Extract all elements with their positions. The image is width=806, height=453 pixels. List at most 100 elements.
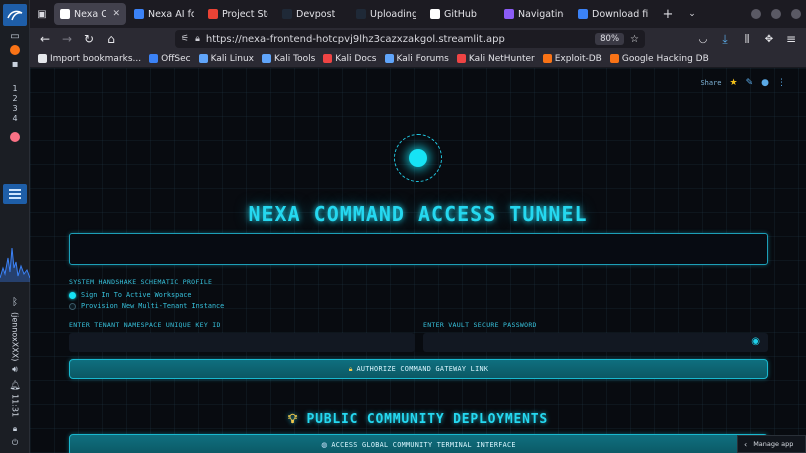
close-tab-icon[interactable]: ✕	[112, 9, 120, 19]
workspace-4[interactable]: 4	[12, 114, 17, 123]
terminal-icon[interactable]: ▪	[3, 58, 27, 70]
toolbar-right: ◡ ⤓ ⫼ ✥ ≡	[692, 28, 802, 50]
tab-7[interactable]: Navigating a	[498, 3, 570, 25]
bookmark-icon	[384, 54, 394, 63]
menu-icon[interactable]: ≡	[780, 32, 802, 46]
new-tab-button[interactable]: +	[656, 7, 680, 22]
bookmark-star-icon[interactable]: ☆	[630, 34, 639, 45]
bookmark-8[interactable]: Exploit-DB	[542, 54, 602, 64]
lock-icon[interactable]: 🔒︎	[3, 424, 27, 434]
close-window-button[interactable]	[791, 9, 801, 19]
bookmark-7[interactable]: Kali NetHunter	[456, 53, 535, 64]
bookmark-2[interactable]: OffSec	[149, 54, 191, 64]
tenant-key-input[interactable]	[69, 333, 415, 352]
tab-label: Download file	[592, 8, 648, 20]
workspace-3[interactable]: 3	[12, 104, 17, 113]
bookmark-label: Kali NetHunter	[468, 53, 535, 64]
bookmark-1[interactable]: Import bookmarks...	[38, 54, 141, 64]
tenant-key-label: ENTER TENANT NAMESPACE UNIQUE KEY ID	[69, 321, 221, 329]
github-icon[interactable]: ●	[761, 78, 769, 88]
address-bar[interactable]: ⚟ 🔒︎ https://nexa-frontend-hotcpvj9lhz3c…	[175, 30, 645, 48]
files-icon[interactable]: ▭	[3, 30, 27, 42]
vault-password-input[interactable]: ◉	[423, 333, 768, 352]
power-icon[interactable]: ⏻	[3, 438, 27, 448]
bookmark-3[interactable]: Kali Linux	[198, 54, 254, 64]
reload-button[interactable]: ↻	[78, 32, 100, 46]
menu-lines-icon[interactable]	[3, 184, 27, 204]
volume-icon[interactable]: 🔊︎	[3, 364, 27, 376]
github-icon	[430, 9, 440, 19]
lock-icon: 🔒︎	[348, 364, 353, 373]
tab-label: Uploading a	[370, 8, 416, 20]
taskbar-firefox-icon[interactable]	[3, 130, 27, 144]
app-toolbar: Share ★ ✎ ● ⋮	[700, 78, 786, 88]
tab-bar: ▣ Nexa Core ✕ Nexa AI for R Project Story De…	[30, 0, 806, 28]
tab-4[interactable]: Devpost	[276, 3, 348, 25]
tab-list-dropdown-icon[interactable]: ⌄	[680, 9, 704, 19]
forward-button[interactable]: →	[56, 32, 78, 46]
bookmark-9[interactable]: Google Hacking DB	[609, 53, 709, 64]
kali-menu-icon[interactable]	[3, 4, 27, 26]
vault-password-label: ENTER VAULT SECURE PASSWORD	[423, 321, 537, 329]
command-input-box[interactable]	[69, 233, 768, 265]
navigation-toolbar: ← → ↻ ⌂ ⚟ 🔒︎ https://nexa-frontend-hotcp…	[30, 28, 806, 50]
manage-app-button[interactable]: ‹ Manage app	[737, 435, 806, 453]
star-icon[interactable]: ★	[730, 78, 738, 88]
community-terminal-button-label: ACCESS GLOBAL COMMUNITY TERMINAL INTERFA…	[331, 441, 516, 449]
extensions-icon[interactable]: ✥	[758, 34, 780, 45]
bookmark-6[interactable]: Kali Forums	[384, 53, 449, 64]
tab-2[interactable]: Nexa AI for R	[128, 3, 200, 25]
notification-icon[interactable]: 🔔︎	[3, 380, 27, 392]
lock-icon[interactable]: 🔒︎	[195, 34, 200, 44]
minimize-button[interactable]	[751, 9, 761, 19]
tab-6[interactable]: GitHub	[424, 3, 496, 25]
firefox-icon[interactable]	[3, 44, 27, 56]
bookmark-5[interactable]: Kali Docs	[323, 53, 377, 64]
radio-selected-icon[interactable]	[69, 291, 76, 299]
desktop-side-panel: ▭ ▪ 1 2 3 4 ᛒ (jennoxXXX) 🔊︎ 🔔︎ 11:31 🔒︎…	[0, 0, 30, 453]
workspace-switcher[interactable]: 1 2 3 4	[3, 84, 27, 123]
authorize-button[interactable]: 🔒︎ AUTHORIZE COMMAND GATEWAY LINK	[69, 359, 768, 379]
bookmark-label: Kali Tools	[274, 53, 316, 64]
workspace-2[interactable]: 2	[12, 94, 17, 103]
library-icon[interactable]: ⫼	[736, 34, 758, 45]
app-menu-icon[interactable]: ⋮	[777, 78, 786, 88]
tab-label: Project Story	[222, 8, 268, 20]
edit-pencil-icon[interactable]: ✎	[746, 78, 754, 88]
bookmark-icon	[609, 54, 619, 63]
community-terminal-button[interactable]: ◍ ACCESS GLOBAL COMMUNITY TERMINAL INTER…	[69, 434, 768, 453]
maximize-button[interactable]	[771, 9, 781, 19]
show-password-eye-icon[interactable]: ◉	[751, 336, 760, 347]
lightbulb-icon: 💡︎	[287, 412, 298, 427]
bookmark-label: Import bookmarks...	[50, 53, 142, 64]
radio-unselected-icon[interactable]	[69, 302, 76, 310]
tab-3[interactable]: Project Story	[202, 3, 274, 25]
tab-label: Devpost	[296, 8, 336, 20]
sparkle-icon	[504, 9, 514, 19]
share-button[interactable]: Share	[700, 79, 721, 87]
bookmark-4[interactable]: Kali Tools	[262, 54, 315, 64]
workspace-1[interactable]: 1	[12, 84, 17, 93]
bookmark-label: Kali Docs	[335, 53, 377, 64]
bookmark-label: Google Hacking DB	[621, 53, 709, 64]
bluetooth-icon[interactable]: ᛒ	[3, 296, 27, 308]
tab-list: Nexa Core ✕ Nexa AI for R Project Story Devp…	[54, 3, 656, 25]
site-info-icon[interactable]: ⚟	[181, 34, 189, 44]
radio-provision[interactable]: Provision New Multi-Tenant Instance	[69, 302, 224, 310]
radio-sign-in[interactable]: Sign In To Active Workspace	[69, 291, 192, 299]
tab-8[interactable]: Download file	[572, 3, 654, 25]
tab-overview-icon[interactable]: ▣	[30, 9, 54, 20]
bookmark-label: Kali Forums	[396, 53, 449, 64]
radio-provision-label: Provision New Multi-Tenant Instance	[81, 302, 225, 310]
home-button[interactable]: ⌂	[100, 32, 122, 46]
zoom-level[interactable]: 80%	[595, 33, 625, 45]
back-button[interactable]: ←	[34, 32, 56, 46]
globe-icon	[134, 9, 144, 19]
pocket-icon[interactable]: ◡	[692, 34, 714, 45]
tab-1[interactable]: Nexa Core ✕	[54, 3, 126, 25]
url-text[interactable]: https://nexa-frontend-hotcpvj9lhz3cazxza…	[206, 34, 589, 45]
tab-5[interactable]: Uploading a	[350, 3, 422, 25]
manage-app-label: Manage app	[753, 440, 794, 448]
globe-icon: ◍	[321, 441, 328, 449]
downloads-icon[interactable]: ⤓	[714, 32, 736, 47]
